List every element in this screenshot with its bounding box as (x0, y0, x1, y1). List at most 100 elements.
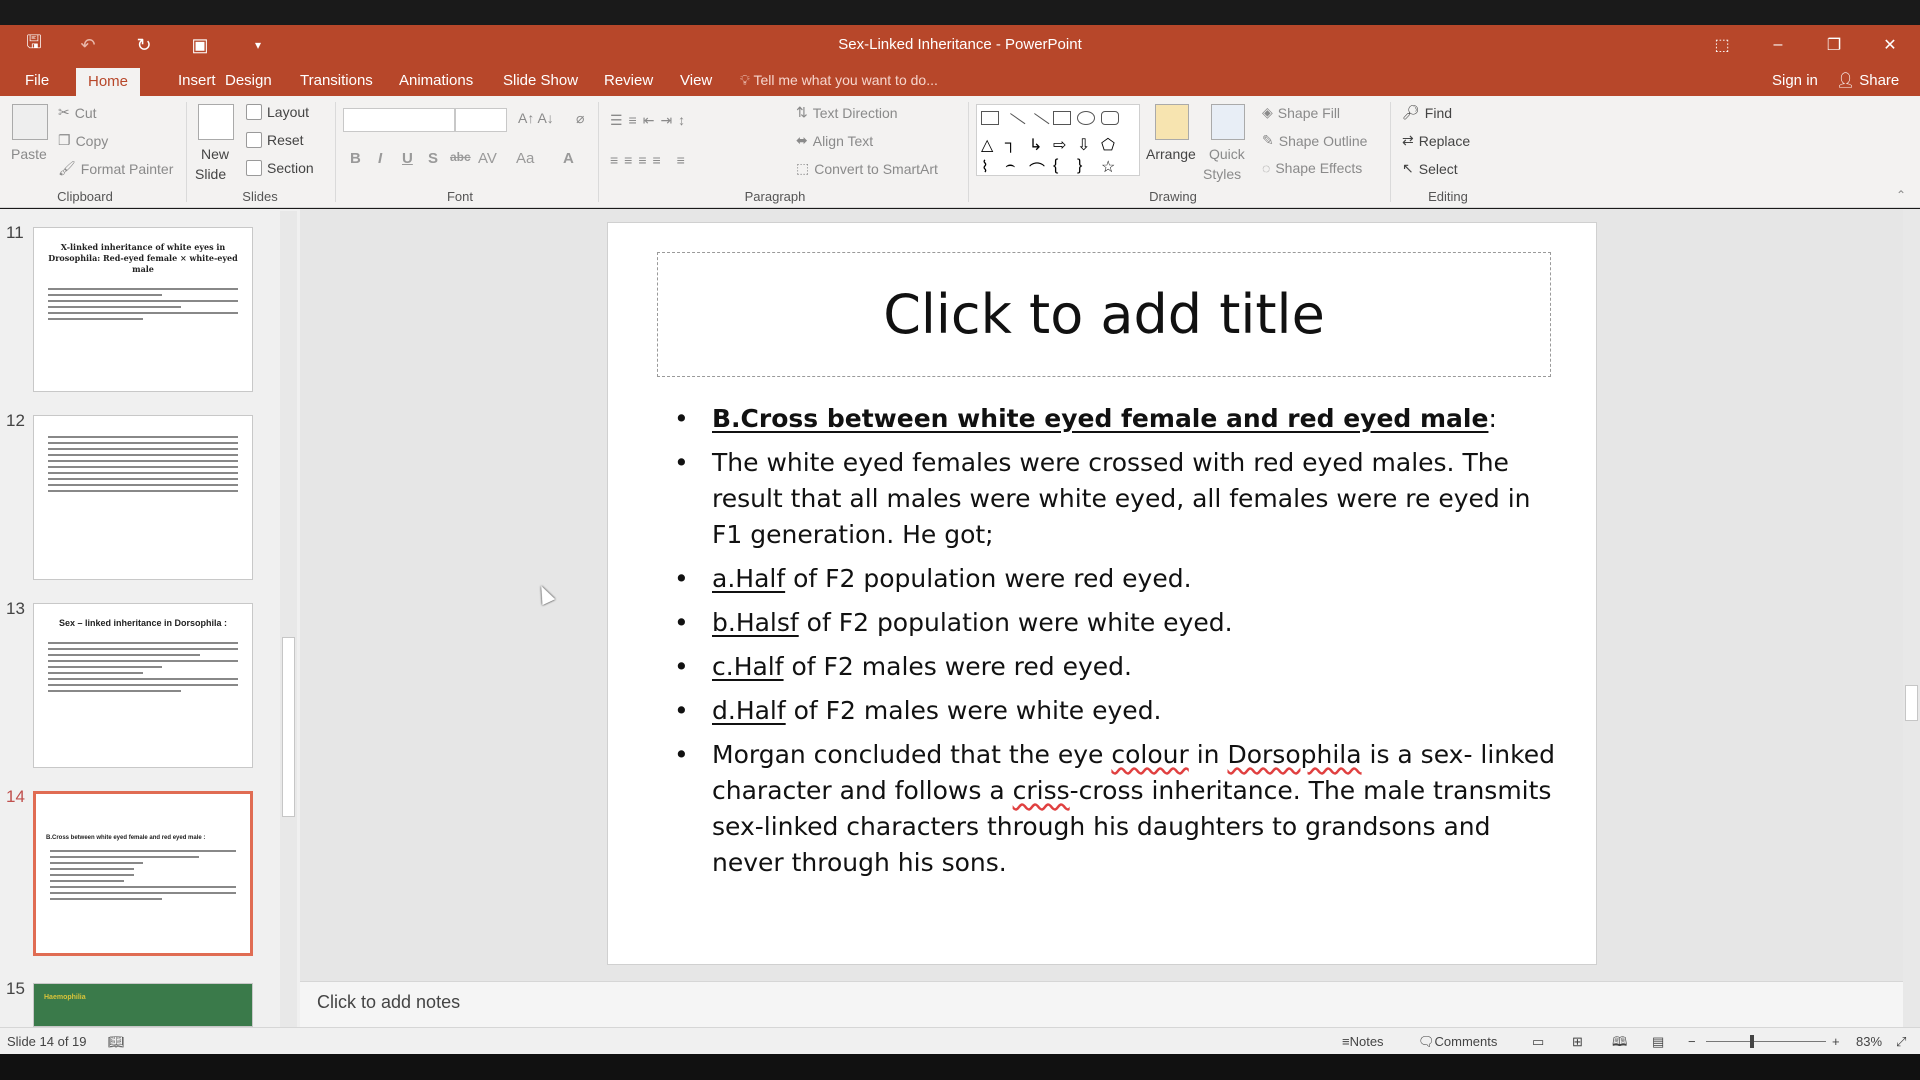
redo-icon[interactable]: ↻ (124, 25, 164, 65)
tab-design[interactable]: Design (213, 65, 284, 96)
italic-button[interactable]: I (378, 150, 382, 167)
zoom-out-icon[interactable]: − (1688, 1028, 1696, 1055)
clear-format-icon[interactable]: ⌀ (576, 110, 584, 127)
shadow-button[interactable]: S (428, 150, 438, 167)
tab-transitions[interactable]: Transitions (288, 65, 385, 96)
line-shape-icon[interactable] (1002, 113, 1026, 135)
slide-scroll-thumb[interactable] (1905, 685, 1918, 721)
align-text-button[interactable]: ⬌ Align Text (796, 132, 873, 149)
select-button[interactable]: ↖ Select (1402, 160, 1458, 177)
tell-me-box[interactable]: 💡︎ Tell me what you want to do... (740, 65, 938, 96)
tab-view[interactable]: View (668, 65, 724, 96)
slide-thumbnail-15[interactable]: Haemophilia (33, 983, 253, 1027)
title-placeholder[interactable]: Click to add title (657, 252, 1551, 377)
present-icon[interactable]: ▣ (180, 25, 220, 65)
slide-canvas[interactable]: Click to add title B.Cross between white… (607, 222, 1597, 965)
convert-smartart-button[interactable]: ⬚ Convert to SmartArt (796, 160, 938, 177)
new-slide-label-1[interactable]: New (201, 146, 229, 162)
restore-icon[interactable]: ❐ (1806, 25, 1862, 65)
quick-styles-icon[interactable] (1211, 104, 1245, 140)
slide-thumbnail-14[interactable]: B.Cross between white eyed female and re… (33, 791, 253, 956)
reading-view-icon[interactable]: 🕮︎ (1612, 1028, 1627, 1055)
customize-icon[interactable]: ▾ (238, 25, 278, 65)
notes-button[interactable]: ≡ Notes (1342, 1028, 1384, 1055)
minimize-icon[interactable]: – (1750, 25, 1806, 65)
char-spacing-button[interactable]: AV (478, 150, 497, 167)
tab-home[interactable]: Home (76, 68, 141, 96)
slide-scrollbar[interactable] (1903, 209, 1920, 1027)
arc-shape-icon[interactable]: ⌒ (1029, 157, 1047, 180)
change-case-button[interactable]: Aa (516, 150, 534, 167)
down-arrow-shape-icon[interactable]: ⇩ (1077, 135, 1095, 154)
freeform-shape-icon[interactable]: ⌇ (981, 157, 999, 176)
shape-outline-button[interactable]: ✎ Shape Outline (1262, 132, 1367, 149)
tab-animations[interactable]: Animations (387, 65, 485, 96)
layout-button[interactable]: Layout (246, 104, 309, 120)
sign-in-link[interactable]: Sign in (1772, 65, 1818, 96)
arrange-button[interactable]: Arrange (1146, 146, 1196, 162)
arrange-icon[interactable] (1155, 104, 1189, 140)
content-textbox[interactable]: B.Cross between white eyed female and re… (666, 401, 1566, 889)
fit-slide-icon[interactable]: ⤢ (1896, 1028, 1906, 1055)
right-brace-shape-icon[interactable]: } (1077, 157, 1095, 174)
slide-sorter-icon[interactable]: ⊞ (1572, 1028, 1583, 1055)
thumbnail-scrollbar[interactable] (280, 211, 297, 1027)
font-name-box[interactable] (343, 108, 455, 132)
text-direction-button[interactable]: ⇅ Text Direction (796, 104, 898, 121)
spelling-icon[interactable]: 📖︎ (108, 1028, 125, 1055)
find-button[interactable]: 🔎︎ Find (1402, 104, 1452, 121)
undo-icon[interactable]: ↶ (68, 25, 108, 65)
paste-icon[interactable] (12, 104, 48, 140)
slideshow-view-icon[interactable]: ▤ (1652, 1028, 1664, 1055)
save-icon[interactable]: 🖫 (14, 25, 54, 65)
font-color-button[interactable]: A (563, 150, 574, 167)
notes-pane[interactable]: Click to add notes (300, 981, 1903, 1027)
quick-styles-label-1[interactable]: Quick (1209, 146, 1245, 162)
arrow-line-shape-icon[interactable] (1026, 113, 1050, 135)
tab-review[interactable]: Review (592, 65, 665, 96)
zoom-slider-thumb[interactable] (1750, 1035, 1754, 1048)
strikethrough-button[interactable]: abc (450, 150, 471, 164)
share-button[interactable]: 👤︎ Share (1836, 65, 1899, 96)
ribbon-display-icon[interactable]: ⬚ (1694, 25, 1750, 65)
new-slide-label-2[interactable]: Slide (195, 166, 226, 182)
tab-slide-show[interactable]: Slide Show (491, 65, 590, 96)
underline-button[interactable]: U (402, 150, 413, 167)
elbow-shape-icon[interactable]: ┐ (1005, 135, 1023, 152)
zoom-level[interactable]: 83% (1856, 1028, 1882, 1055)
zoom-slider[interactable] (1706, 1041, 1826, 1042)
left-brace-shape-icon[interactable]: { (1053, 157, 1071, 174)
oval-shape-icon[interactable] (1077, 111, 1095, 125)
reset-button[interactable]: Reset (246, 132, 304, 148)
elbow-arrow-shape-icon[interactable]: ↳ (1029, 135, 1047, 154)
pentagon-shape-icon[interactable]: ⬠ (1101, 135, 1119, 154)
zoom-in-icon[interactable]: + (1832, 1028, 1840, 1055)
thumbnail-scroll-thumb[interactable] (282, 637, 295, 817)
collapse-ribbon-icon[interactable]: ⌃ (1896, 188, 1906, 202)
format-painter-button[interactable]: 🖌︎ Format Painter (58, 160, 173, 177)
curve-shape-icon[interactable]: ⌢ (1005, 157, 1023, 174)
bold-button[interactable]: B (350, 150, 361, 167)
replace-button[interactable]: ⇄ Replace (1402, 132, 1470, 149)
align-buttons[interactable]: ≡≡≡≡ ≡ (610, 152, 691, 168)
new-slide-icon[interactable] (198, 104, 234, 140)
right-arrow-shape-icon[interactable]: ⇨ (1053, 135, 1071, 154)
slide-thumbnail-11[interactable]: X-linked inheritance of white eyes in Dr… (33, 227, 253, 392)
cut-button[interactable]: ✂ Cut (58, 104, 97, 121)
paste-button[interactable]: Paste (11, 146, 47, 162)
shapes-gallery[interactable]: △ ┐ ↳ ⇨ ⇩ ⬠ ⌇ ⌢ ⌒ { } ☆ (976, 104, 1140, 180)
shape-fill-button[interactable]: ◈ Shape Fill (1262, 104, 1340, 121)
close-icon[interactable]: ✕ (1862, 25, 1918, 65)
slide-thumbnail-12[interactable] (33, 415, 253, 580)
tab-file[interactable]: File (13, 65, 61, 96)
star-shape-icon[interactable]: ☆ (1101, 157, 1119, 176)
list-buttons[interactable]: ☰≡⇤⇥↕ (610, 112, 691, 129)
rounded-rect-shape-icon[interactable] (1101, 111, 1119, 125)
rectangle-shape-icon[interactable] (1053, 111, 1071, 125)
comments-button[interactable]: 🗨︎ Comments (1418, 1028, 1497, 1055)
quick-styles-label-2[interactable]: Styles (1203, 166, 1241, 182)
slide-thumbnail-13[interactable]: Sex – linked inheritance in Dorsophila : (33, 603, 253, 768)
grow-font-icon[interactable]: A↑ A↓ (518, 110, 554, 126)
triangle-shape-icon[interactable]: △ (981, 135, 999, 154)
normal-view-icon[interactable]: ▭ (1532, 1028, 1544, 1055)
